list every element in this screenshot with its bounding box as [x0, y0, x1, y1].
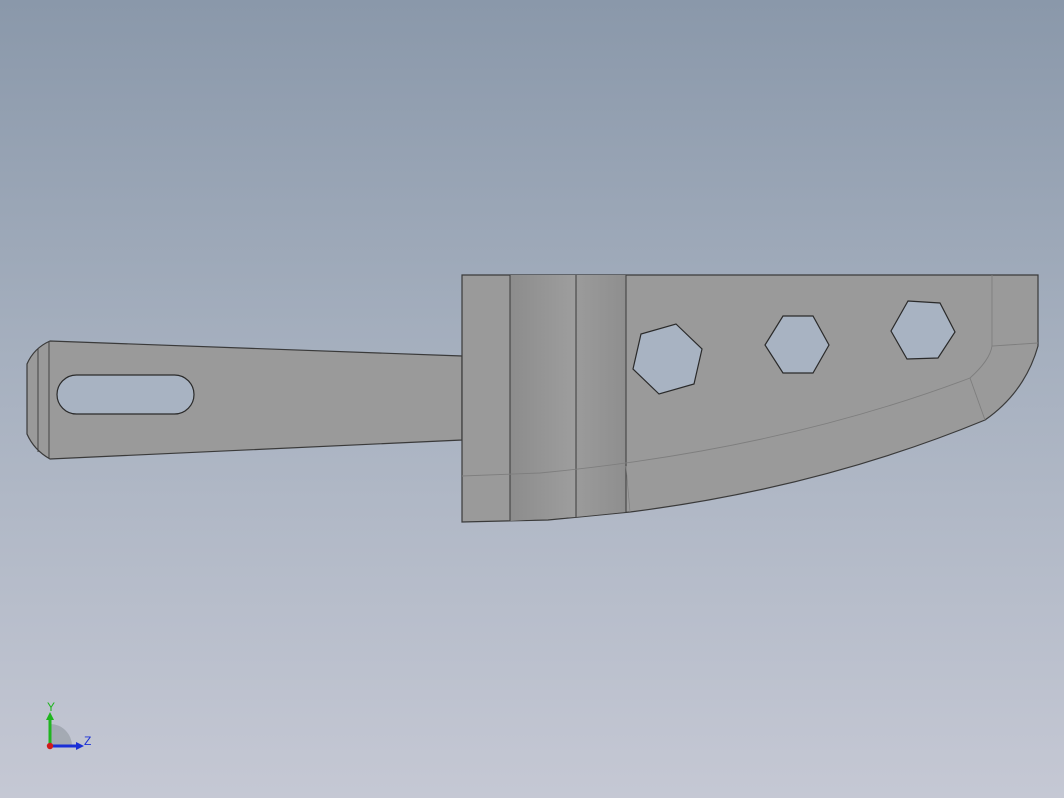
- triad-quadrant-shade: [50, 724, 72, 746]
- cad-model[interactable]: [0, 0, 1064, 798]
- z-axis-arrowhead: [76, 742, 84, 750]
- triad-origin: [46, 742, 54, 750]
- y-axis-label: Y: [47, 700, 55, 714]
- slot-hole[interactable]: [56, 374, 195, 415]
- z-axis-label: Z: [84, 734, 91, 748]
- orientation-triad: Y Z: [46, 700, 91, 750]
- graphics-viewport[interactable]: Y Z: [0, 0, 1064, 798]
- collar-band-2: [576, 275, 626, 517]
- collar-band-1: [510, 275, 576, 521]
